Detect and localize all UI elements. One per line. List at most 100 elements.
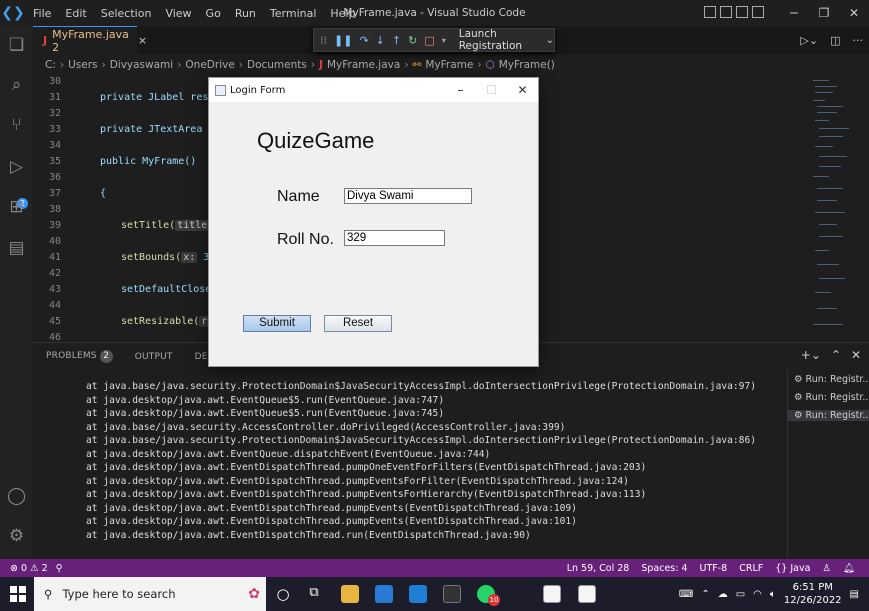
pause-icon[interactable]: ❚❚ (334, 34, 352, 47)
breadcrumb-item[interactable]: MyFrame.java (327, 59, 400, 71)
submit-button[interactable]: Submit (243, 315, 311, 332)
file-explorer-icon[interactable] (341, 585, 359, 603)
taskbar-search[interactable]: ⚲ Type here to search ✿ (34, 577, 266, 611)
breadcrumb-item[interactable]: Documents (247, 59, 307, 71)
vscode-taskbar-icon[interactable] (409, 585, 427, 603)
wifi-icon[interactable]: ◠ (753, 589, 762, 600)
menu-selection[interactable]: Selection (94, 7, 159, 20)
toggle-secondary-sidebar-icon[interactable] (736, 6, 748, 18)
terminal-output[interactable]: at java.base/java.security.ProtectionDom… (33, 370, 785, 558)
account-icon[interactable]: ◯ (6, 486, 27, 507)
breadcrumb-item[interactable]: MyFrame (425, 59, 473, 71)
cursor-position[interactable]: Ln 59, Col 28 (567, 563, 630, 574)
restore-icon[interactable]: ❐ (809, 6, 839, 20)
name-field[interactable] (344, 188, 472, 204)
title-bar: ❮❯ File Edit Selection View Go Run Termi… (0, 0, 869, 26)
debug-toolbar: ⁞⁞ ❚❚ ↷ ↓ ↑ ↻ □ ▾ Launch Registration ⌄ (313, 28, 555, 52)
feedback-icon[interactable]: ♙ (822, 563, 831, 574)
more-actions-icon[interactable]: ··· (853, 34, 864, 47)
toggle-panel-icon[interactable] (720, 6, 732, 18)
menu-run[interactable]: Run (228, 7, 263, 20)
search-icon[interactable]: ⌕ (6, 75, 27, 96)
app-taskbar-icon[interactable] (443, 585, 461, 603)
customize-layout-icon[interactable] (752, 6, 764, 18)
menu-edit[interactable]: Edit (58, 7, 93, 20)
breadcrumb-item[interactable]: C: (45, 59, 56, 71)
breadcrumb-item[interactable]: Divyaswami (110, 59, 174, 71)
toggle-sidebar-icon[interactable] (704, 6, 716, 18)
notifications-icon[interactable]: 🔔︎ (843, 563, 855, 574)
menu-view[interactable]: View (158, 7, 198, 20)
roll-field[interactable] (344, 230, 445, 246)
stop-dropdown-icon[interactable]: ▾ (442, 36, 446, 45)
close-panel-icon[interactable]: ✕ (851, 348, 861, 362)
run-debug-icon[interactable]: ▷ (6, 157, 27, 178)
minimize-icon[interactable]: – (445, 78, 476, 102)
step-into-icon[interactable]: ↓ (376, 34, 385, 47)
method-icon: ⬡ (485, 59, 495, 71)
step-out-icon[interactable]: ↑ (392, 34, 401, 47)
encoding[interactable]: UTF-8 (700, 563, 728, 574)
launch-config-select[interactable]: Launch Registration (459, 28, 539, 52)
run-icon[interactable]: ▷⌄ (800, 34, 818, 47)
close-icon[interactable]: ✕ (507, 78, 538, 102)
maximize-panel-icon[interactable]: ⌃ (831, 348, 841, 362)
breadcrumb-item[interactable]: Users (68, 59, 97, 71)
stop-icon[interactable]: □ (424, 34, 434, 47)
extensions-icon[interactable]: ⊞ (6, 197, 27, 218)
restart-icon[interactable]: ↻ (408, 34, 417, 47)
cortana-icon[interactable]: ○ (274, 585, 292, 603)
problems-status[interactable]: ⊗ 0 ⚠ 2 (10, 563, 48, 574)
problems-count-badge: 2 (99, 350, 113, 363)
keyboard-icon[interactable]: ⌨ (679, 589, 693, 600)
system-tray: ⌨ ⌃ ☁ ▭ ◠ 🔈︎ 6:51 PM 12/26/2022 ▤ (679, 581, 859, 607)
settings-gear-icon[interactable]: ⚙ (6, 526, 27, 547)
testing-icon[interactable]: ▤ (6, 238, 27, 259)
tab-problems[interactable]: PROBLEMS 2 (46, 350, 113, 363)
tab-close-icon[interactable]: × (138, 34, 147, 47)
language-mode[interactable]: {} Java (775, 563, 810, 574)
notification-center-icon[interactable]: ▤ (850, 589, 859, 600)
terminal-item[interactable]: ⚙ Run: Registr... (794, 374, 869, 385)
terminal-line: at java.desktop/java.awt.EventDispatchTh… (86, 462, 647, 473)
close-icon[interactable]: ✕ (839, 6, 869, 20)
code-token: setResizable( (121, 316, 200, 327)
volume-icon[interactable]: 🔈︎ (770, 589, 776, 600)
explorer-icon[interactable]: ❏ (6, 35, 27, 56)
indentation[interactable]: Spaces: 4 (641, 563, 687, 574)
minimap[interactable] (809, 76, 861, 342)
menu-file[interactable]: File (26, 7, 58, 20)
step-over-icon[interactable]: ↷ (359, 34, 368, 47)
breadcrumb-item[interactable]: MyFrame() (499, 59, 555, 71)
terminal-item-selected[interactable]: ⚙ Run: Registr... (788, 410, 869, 421)
drag-handle-icon[interactable]: ⁞⁞ (320, 34, 327, 47)
menu-help[interactable]: Help (323, 7, 362, 20)
menu-go[interactable]: Go (199, 7, 228, 20)
task-view-icon[interactable]: ⧉ (305, 585, 323, 603)
split-editor-icon[interactable]: ◫ (830, 34, 840, 47)
source-control-icon[interactable]: ⑂ (6, 115, 27, 136)
java-file-icon: J (43, 34, 48, 47)
battery-icon[interactable]: ▭ (736, 589, 745, 600)
line-ending[interactable]: CRLF (739, 563, 763, 574)
breadcrumb-item[interactable]: OneDrive (185, 59, 234, 71)
java-app-icon[interactable] (543, 585, 561, 603)
show-hidden-icons[interactable]: ⌃ (701, 589, 709, 600)
reset-button[interactable]: Reset (324, 315, 392, 332)
clock[interactable]: 6:51 PM 12/26/2022 (784, 581, 842, 607)
tab-myframe-java[interactable]: J MyFrame.java 2 × (33, 26, 147, 54)
menu-terminal[interactable]: Terminal (263, 7, 324, 20)
java-app-icon-active[interactable] (578, 585, 596, 603)
search-highlight-icon: ✿ (248, 586, 260, 602)
minimize-icon[interactable]: ─ (779, 6, 809, 20)
terminal-item[interactable]: ⚙ Run: Registr... (794, 392, 869, 403)
terminal-item-label: Run: Registr... (805, 374, 869, 385)
cloud-icon[interactable]: ☁ (718, 589, 728, 600)
tab-output[interactable]: OUTPUT (135, 352, 173, 362)
mail-icon[interactable] (375, 585, 393, 603)
new-terminal-icon[interactable]: +⌄ (801, 348, 821, 362)
debug-status-icon[interactable]: ⚲ (56, 563, 63, 574)
windows-start-icon[interactable] (10, 586, 26, 602)
dialog-title-bar[interactable]: Login Form – ☐ ✕ (209, 78, 538, 102)
chevron-down-icon[interactable]: ⌄ (546, 35, 554, 46)
